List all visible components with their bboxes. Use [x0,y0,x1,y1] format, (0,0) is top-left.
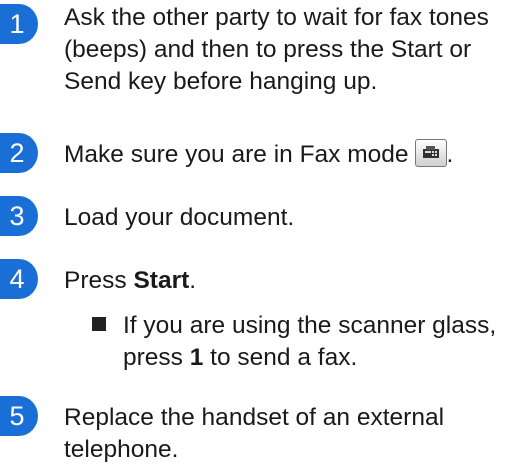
key-1-label: 1 [189,344,204,371]
step-number-badge: 3 [0,196,38,236]
step-number-badge: 2 [0,133,38,173]
step-text-before: Press [64,267,134,294]
step-text: Replace the handset of an external telep… [64,404,445,463]
start-key-label: Start [133,267,190,294]
step-text: Ask the other party to wait for fax tone… [64,4,489,95]
step-number-badge: 5 [0,396,38,436]
bullet-item: If you are using the scanner glass, pres… [92,310,526,374]
step-text: Load your document. [64,204,295,231]
step-number-badge: 1 [0,4,38,44]
step-text: Make sure you are in Fax mode . [64,139,526,171]
step-text-period: . [446,141,454,168]
bullet-text-after: to send a fax. [203,344,358,371]
step-number-badge: 4 [0,259,38,299]
step-text-after: . [189,267,197,294]
fax-mode-key-icon [414,139,447,167]
step-text: Press Start. [64,265,526,297]
bullet-square-icon [92,317,106,331]
step-text-main: Make sure you are in Fax mode [64,141,409,168]
bullet-text: If you are using the scanner glass, pres… [92,310,526,374]
